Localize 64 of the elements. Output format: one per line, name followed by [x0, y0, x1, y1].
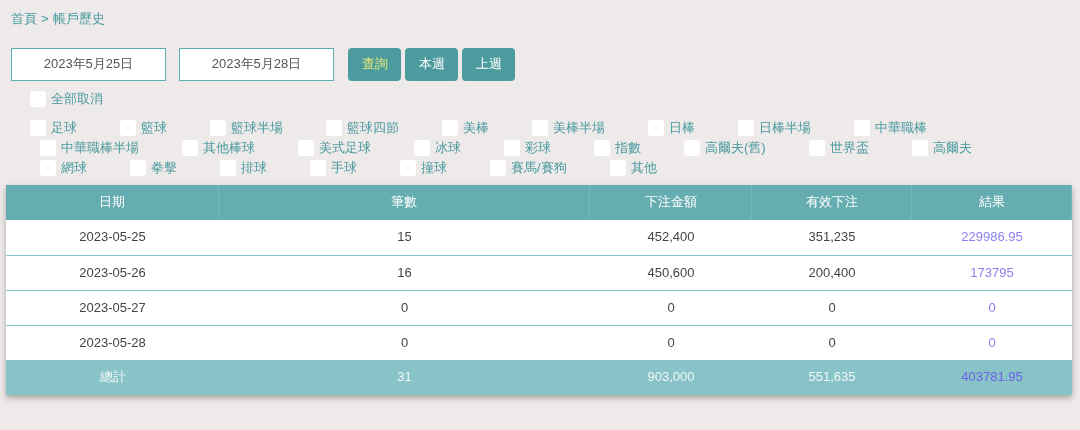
- end-date-field[interactable]: 2023年5月28日: [179, 47, 334, 81]
- checkbox-label: 其他: [630, 158, 657, 177]
- column-header: 日期: [6, 184, 219, 220]
- checkbox-label: 高爾夫(舊): [705, 138, 766, 157]
- breadcrumb-separator: >: [41, 10, 49, 28]
- total-cell-text: 31: [396, 368, 413, 387]
- breadcrumb-link[interactable]: 首頁: [11, 9, 37, 29]
- filter-button[interactable]: 本週: [405, 47, 458, 81]
- filter-button[interactable]: 上週: [462, 47, 515, 81]
- total-cell-text: 403781.95: [960, 368, 1024, 387]
- checkbox-label: 冰球: [435, 138, 461, 157]
- checkbox-label: 美棒半場: [553, 118, 605, 137]
- table-cell-text: 0: [987, 298, 997, 317]
- checkbox-label: 網球: [61, 158, 87, 177]
- checkbox-label: 其他棒球: [203, 138, 255, 157]
- table-cell-text: 0: [399, 298, 410, 317]
- table-cell-text: 2023-05-26: [78, 263, 147, 282]
- checkbox-label: 籃球半場: [231, 118, 283, 137]
- total-cell-text: 551,635: [807, 368, 857, 387]
- table-cell-text: 2023-05-28: [78, 333, 147, 352]
- checkbox-label: 拳擊: [151, 158, 177, 177]
- checkbox-label: 世界盃: [829, 138, 869, 157]
- checkbox-label: 排球: [241, 158, 267, 177]
- table-cell-text: 0: [987, 333, 997, 352]
- column-header: 筆數: [219, 184, 590, 220]
- checkbox-label: 全部取消: [51, 89, 103, 108]
- table-cell-text: 200,400: [807, 263, 857, 282]
- breadcrumb-current: 帳戶歷史: [52, 10, 105, 28]
- table-cell-text: 0: [399, 333, 410, 352]
- checkbox-label: 美式足球: [319, 138, 371, 157]
- checkbox-label: 賽馬/賽狗: [511, 158, 567, 177]
- checkbox-label: 日棒: [669, 118, 695, 137]
- start-date-field[interactable]: 2023年5月25日: [11, 47, 166, 81]
- table-cell-text: 2023-05-25: [78, 228, 147, 247]
- checkbox-label: 彩球: [525, 138, 551, 157]
- table-cell-text: 0: [666, 298, 676, 317]
- table-cell-text: 16: [396, 263, 413, 282]
- table-cell-text: 173795: [969, 263, 1015, 282]
- table-cell-text: 351,235: [807, 228, 857, 247]
- checkbox-label: 中華職棒半場: [61, 138, 139, 157]
- total-cell-text: 總計: [98, 368, 127, 387]
- checkbox-label: 籃球四節: [347, 118, 399, 137]
- checkbox-label: 指數: [615, 138, 641, 157]
- column-header: 下注金額: [590, 184, 752, 220]
- table-cell-text: 452,400: [646, 228, 696, 247]
- checkbox-label: 足球: [51, 118, 77, 137]
- checkbox-label: 日棒半場: [759, 118, 811, 137]
- checkbox-label: 美棒: [463, 118, 489, 137]
- table-cell-text: 0: [827, 298, 837, 317]
- column-header: 結果: [912, 184, 1072, 220]
- checkbox-label: 撞球: [421, 158, 447, 177]
- table-cell-text: 229986.95: [960, 228, 1024, 247]
- checkbox-label: 籃球: [141, 118, 167, 137]
- table-cell-text: 15: [396, 228, 413, 247]
- checkbox-label: 中華職棒: [875, 118, 927, 137]
- table-cell-text: 0: [827, 333, 837, 352]
- checkbox-label: 高爾夫: [932, 138, 972, 157]
- table-cell-text: 0: [666, 333, 676, 352]
- total-cell-text: 903,000: [646, 368, 696, 387]
- column-header: 有效下注: [752, 184, 912, 220]
- table-cell-text: 450,600: [646, 263, 696, 282]
- checkbox-label: 手球: [331, 158, 357, 177]
- filter-button[interactable]: 查詢: [348, 47, 401, 81]
- table-cell-text: 2023-05-27: [78, 298, 147, 317]
